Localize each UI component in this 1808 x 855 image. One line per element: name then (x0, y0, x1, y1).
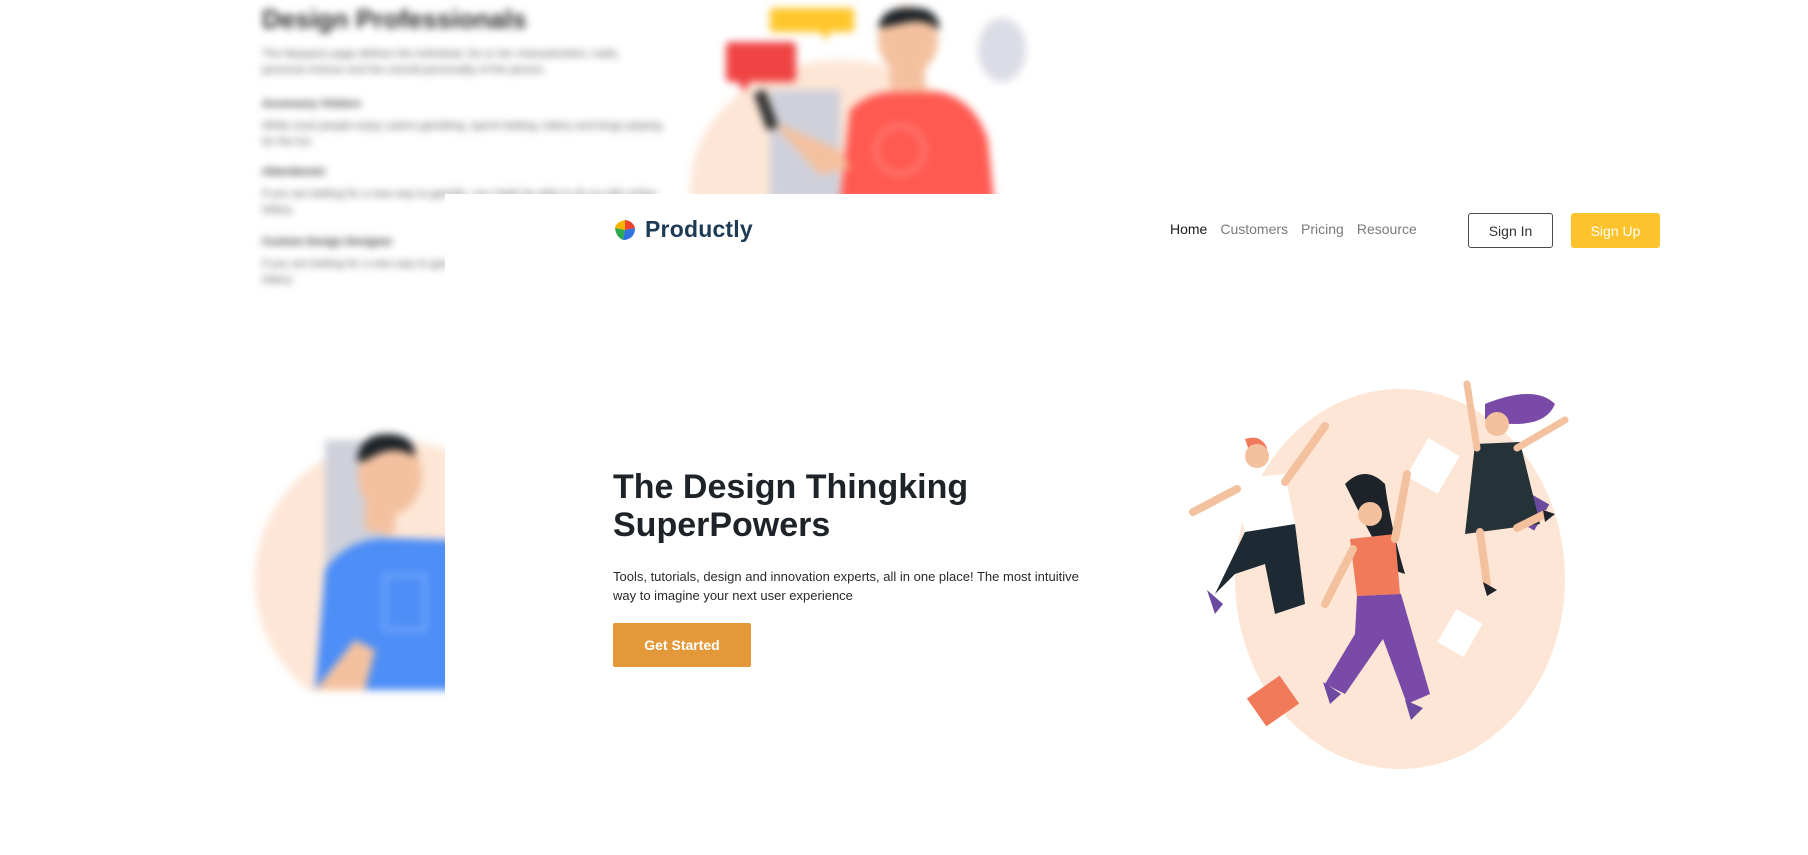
landing-card: Productly Home Customers Pricing Resourc… (445, 194, 1808, 855)
hero-description: Tools, tutorials, design and innovation … (613, 569, 1079, 603)
man-with-phone-illustration (690, 6, 1026, 200)
jumping-people-illustration (1189, 380, 1569, 769)
nav-customers[interactable]: Customers (1220, 221, 1288, 237)
bg-section-heading: Custom Design Designer (262, 236, 393, 248)
man-blue-shirt-illustration (255, 434, 455, 690)
nav-pricing[interactable]: Pricing (1301, 221, 1344, 237)
bg-section-heading: Accessory Visitors (262, 98, 361, 110)
nav-home[interactable]: Home (1170, 221, 1207, 237)
page: Design Professionals The Myspace page de… (0, 0, 1808, 855)
brand-logo[interactable]: Productly (613, 216, 753, 243)
sign-up-button[interactable]: Sign Up (1571, 213, 1660, 248)
sign-in-button[interactable]: Sign In (1468, 213, 1553, 248)
productly-logo-icon (615, 219, 635, 240)
bg-title: Design Professionals (262, 4, 527, 34)
bg-section-text: While most people enjoy casino gambling,… (262, 120, 662, 148)
main-nav: Home Customers Pricing Resource (1170, 221, 1417, 237)
bg-intro: The Myspace page defines the individual,… (262, 48, 620, 76)
nav-resource[interactable]: Resource (1357, 221, 1417, 237)
brand-name: Productly (645, 216, 753, 242)
bg-section-heading: Attendenstv (262, 166, 326, 178)
hero-title: The Design Thingking SuperPowers (613, 468, 969, 544)
get-started-button[interactable]: Get Started (613, 623, 751, 667)
